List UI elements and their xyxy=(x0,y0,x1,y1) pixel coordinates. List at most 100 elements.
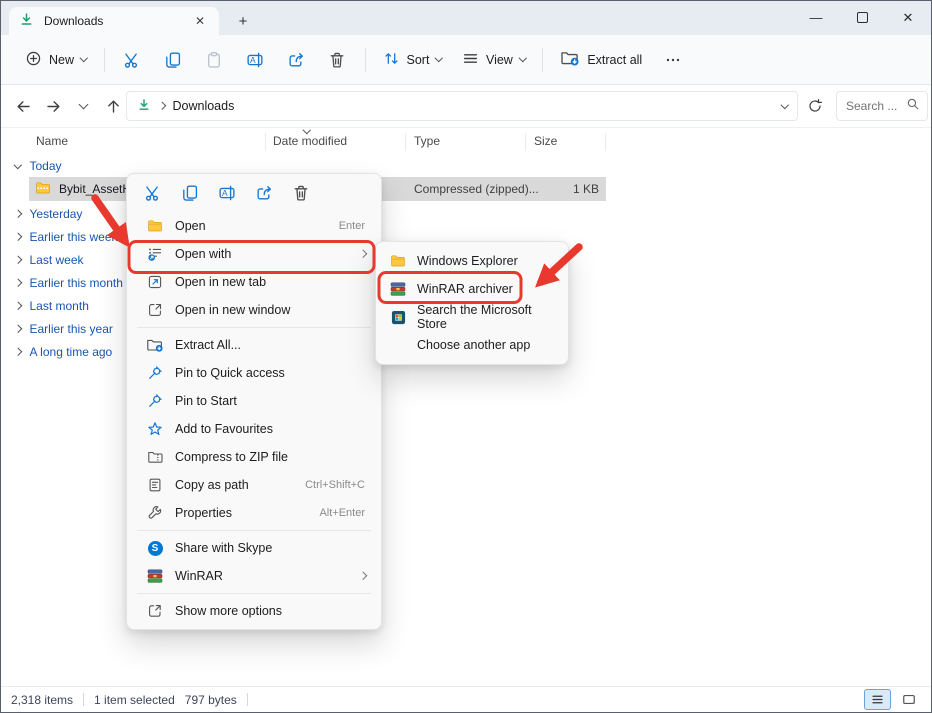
file-size: 1 KB xyxy=(529,182,599,196)
submenu-arrow-icon xyxy=(358,250,366,258)
submenu-item-windows-explorer[interactable]: Windows Explorer xyxy=(376,247,568,275)
forward-button[interactable] xyxy=(39,91,68,121)
chevron-down-icon xyxy=(80,54,88,62)
column-size[interactable]: Size xyxy=(534,134,557,148)
large-icons-view-toggle[interactable] xyxy=(896,690,921,709)
more-options-button[interactable] xyxy=(652,42,693,78)
column-divider xyxy=(265,133,266,151)
tab-downloads[interactable]: Downloads ✕ xyxy=(9,7,219,35)
items-count: 2,318 items xyxy=(11,693,73,707)
close-button[interactable]: ✕ xyxy=(885,1,931,34)
open-with-submenu: Windows Explorer WinRAR archiver Search … xyxy=(375,241,569,365)
cut-button[interactable] xyxy=(112,42,153,78)
copy-button[interactable] xyxy=(153,42,194,78)
download-icon xyxy=(19,12,34,30)
group-row-earlier-this-month[interactable]: Earlier this month xyxy=(15,276,123,290)
sort-button[interactable]: Sort xyxy=(373,42,452,78)
tab-title: Downloads xyxy=(44,14,103,28)
folder-icon xyxy=(389,253,407,269)
menu-item-pin-to-quick-access[interactable]: Pin to Quick access xyxy=(131,359,377,387)
group-row-earlier-this-week[interactable]: Earlier this week xyxy=(15,230,118,244)
breadcrumb-location[interactable]: Downloads xyxy=(173,99,235,113)
address-bar-row: Downloads xyxy=(1,85,931,128)
divider xyxy=(247,693,248,706)
group-row-today[interactable]: Today xyxy=(15,159,62,173)
menu-item-show-more-options[interactable]: Show more options xyxy=(131,597,377,625)
menu-item-share-with-skype[interactable]: S Share with Skype xyxy=(131,534,377,562)
group-row-a-long-time-ago[interactable]: A long time ago xyxy=(15,345,112,359)
zip-folder-icon xyxy=(35,180,51,199)
new-button[interactable]: New xyxy=(15,42,97,78)
menu-separator xyxy=(137,327,371,328)
skype-icon: S xyxy=(145,541,165,556)
copy-button[interactable] xyxy=(173,178,206,208)
menu-item-open-in-new-tab[interactable]: Open in new tab xyxy=(131,268,377,296)
column-date-modified[interactable]: Date modified xyxy=(273,134,347,148)
new-label: New xyxy=(49,53,74,67)
column-type[interactable]: Type xyxy=(414,134,440,148)
breadcrumb[interactable]: Downloads xyxy=(126,91,798,121)
group-row-yesterday[interactable]: Yesterday xyxy=(15,207,82,221)
up-button[interactable] xyxy=(99,91,128,121)
search-input[interactable] xyxy=(844,98,902,114)
submenu-arrow-icon xyxy=(358,572,366,580)
share-button[interactable] xyxy=(276,42,317,78)
menu-item-open-with[interactable]: Open with xyxy=(131,240,377,268)
svg-text:A: A xyxy=(250,54,256,64)
tab-close-icon[interactable]: ✕ xyxy=(191,12,209,30)
chevron-down-icon xyxy=(79,100,89,110)
pin-icon xyxy=(145,393,165,409)
group-label: Today xyxy=(30,159,62,173)
window-controls: — ✕ xyxy=(793,1,931,34)
cut-button[interactable] xyxy=(136,178,169,208)
column-name[interactable]: Name xyxy=(36,134,68,148)
delete-button[interactable] xyxy=(284,178,317,208)
new-tab-icon xyxy=(145,274,165,290)
details-view-toggle[interactable] xyxy=(864,689,891,710)
delete-button[interactable] xyxy=(317,42,358,78)
column-divider xyxy=(405,133,406,151)
group-row-last-week[interactable]: Last week xyxy=(15,253,84,267)
menu-item-properties[interactable]: Properties Alt+Enter xyxy=(131,499,377,527)
extract-all-button[interactable]: Extract all xyxy=(550,42,652,78)
minimize-button[interactable]: — xyxy=(793,1,839,34)
chevron-down-icon[interactable] xyxy=(780,101,788,109)
recent-locations-button[interactable] xyxy=(69,91,98,121)
group-row-earlier-this-year[interactable]: Earlier this year xyxy=(15,322,113,336)
zip-compress-icon xyxy=(145,449,165,465)
menu-item-open-in-new-window[interactable]: Open in new window xyxy=(131,296,377,324)
sort-label: Sort xyxy=(407,53,430,67)
submenu-item-search-microsoft-store[interactable]: Search the Microsoft Store xyxy=(376,303,568,331)
menu-item-extract-all[interactable]: Extract All... xyxy=(131,331,377,359)
extract-folder-icon xyxy=(560,49,580,70)
maximize-button[interactable] xyxy=(839,1,885,34)
search-icon xyxy=(906,97,920,116)
menu-item-open[interactable]: Open Enter xyxy=(131,212,377,240)
view-toggles xyxy=(864,689,921,710)
menu-item-winrar[interactable]: WinRAR xyxy=(131,562,377,590)
menu-separator xyxy=(137,593,371,594)
submenu-item-choose-another-app[interactable]: Choose another app xyxy=(376,331,568,359)
show-more-icon xyxy=(145,603,165,619)
menu-item-copy-as-path[interactable]: Copy as path Ctrl+Shift+C xyxy=(131,471,377,499)
group-label: Earlier this month xyxy=(30,276,123,290)
menu-item-compress-to-zip[interactable]: Compress to ZIP file xyxy=(131,443,377,471)
share-button[interactable] xyxy=(247,178,280,208)
view-button[interactable]: View xyxy=(452,42,535,78)
group-row-last-month[interactable]: Last month xyxy=(15,299,89,313)
copy-path-icon xyxy=(145,477,165,493)
chevron-down-icon xyxy=(435,54,443,62)
paste-button[interactable] xyxy=(194,42,235,78)
menu-item-pin-to-start[interactable]: Pin to Start xyxy=(131,387,377,415)
submenu-item-winrar-archiver[interactable]: WinRAR archiver xyxy=(376,275,568,303)
menu-item-add-to-favourites[interactable]: Add to Favourites xyxy=(131,415,377,443)
star-icon xyxy=(145,421,165,437)
new-tab-button[interactable]: + xyxy=(231,10,255,32)
back-button[interactable] xyxy=(9,91,38,121)
rename-button[interactable]: A xyxy=(235,42,276,78)
refresh-button[interactable] xyxy=(800,91,830,121)
rename-button[interactable]: A xyxy=(210,178,243,208)
divider xyxy=(542,48,543,72)
group-label: Last month xyxy=(30,299,89,313)
chevron-down-icon xyxy=(14,161,22,169)
